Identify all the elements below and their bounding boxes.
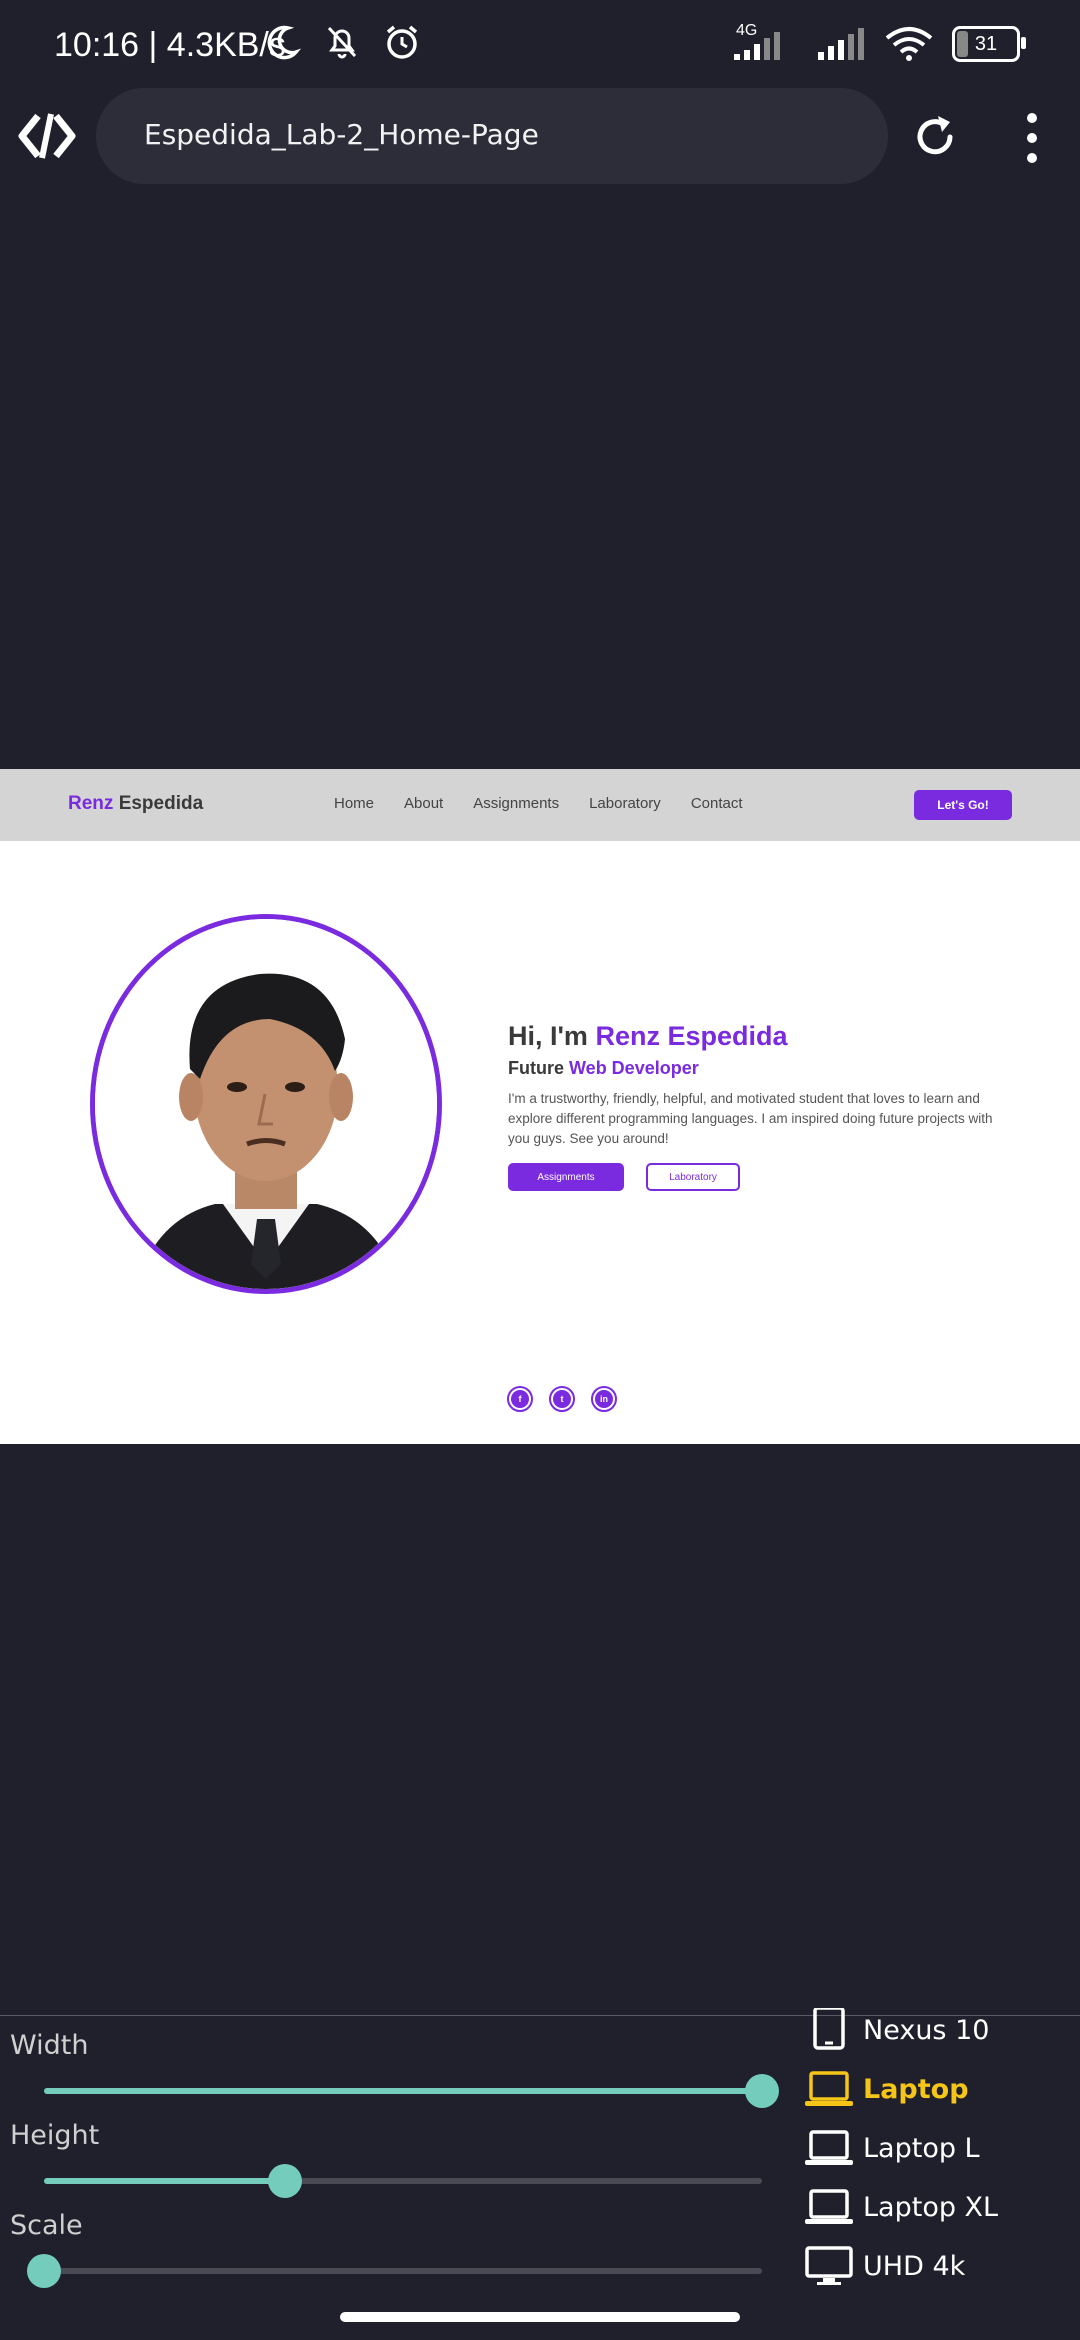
nav-home[interactable]: Home: [334, 795, 374, 812]
linkedin-glyph: in: [595, 1390, 613, 1408]
brand-first-name: Renz: [68, 793, 114, 814]
assignments-button[interactable]: Assignments: [508, 1163, 624, 1191]
hero-name: Renz Espedida: [595, 1021, 788, 1051]
site-navbar: Renz Espedida Home About Assignments Lab…: [0, 769, 1080, 841]
lets-go-button[interactable]: Let's Go!: [914, 790, 1012, 820]
linkedin-icon[interactable]: in: [591, 1386, 617, 1412]
signal-4g-icon: 4G: [728, 22, 798, 64]
device-laptop-xl[interactable]: Laptop XL: [805, 2182, 998, 2232]
logo-icon[interactable]: [18, 110, 76, 162]
twitter-icon[interactable]: t: [549, 1386, 575, 1412]
hero-role: Web Developer: [569, 1058, 699, 1078]
device-label: Laptop XL: [863, 2191, 999, 2223]
hero-heading: Hi, I'm Renz Espedida: [508, 1021, 1008, 1052]
height-slider[interactable]: [44, 2178, 762, 2184]
person-portrait: [95, 919, 437, 1289]
url-bar[interactable]: Espedida_Lab-2_Home-Page: [96, 88, 888, 184]
battery-icon: 31: [952, 26, 1026, 62]
laptop-icon: [805, 2189, 853, 2224]
hero-bio: I'm a trustworthy, friendly, helpful, an…: [508, 1091, 993, 1146]
device-nexus-10[interactable]: Nexus 10: [805, 2005, 989, 2055]
height-label: Height: [10, 2120, 100, 2151]
reload-icon[interactable]: [910, 112, 960, 162]
laptop-icon: [805, 2130, 853, 2165]
wifi-icon: [885, 27, 933, 61]
device-laptop[interactable]: Laptop: [805, 2064, 969, 2114]
nav-assignments[interactable]: Assignments: [473, 795, 559, 812]
social-links: f t in: [507, 1386, 617, 1412]
device-laptop-l[interactable]: Laptop L: [805, 2123, 980, 2173]
status-time: 10:16 | 4.3KB/s: [54, 26, 286, 64]
width-slider[interactable]: [44, 2088, 762, 2094]
monitor-icon: [805, 2246, 853, 2285]
hero-role-prefix: Future: [508, 1058, 564, 1078]
scale-label: Scale: [10, 2210, 83, 2241]
facebook-icon[interactable]: f: [507, 1386, 533, 1412]
height-slider-fill: [44, 2178, 285, 2184]
twitter-glyph: t: [553, 1390, 571, 1408]
gesture-bar[interactable]: [340, 2312, 740, 2322]
alarm-icon: [386, 25, 418, 59]
laboratory-button[interactable]: Laboratory: [646, 1163, 740, 1191]
site-brand[interactable]: Renz Espedida: [68, 793, 203, 815]
device-label: UHD 4k: [863, 2250, 966, 2282]
signal-icon: [818, 28, 864, 60]
hero-greeting: Hi, I'm: [508, 1021, 588, 1051]
battery-level: 31: [974, 32, 998, 55]
tablet-icon: [813, 2008, 845, 2050]
brand-last-name: Espedida: [118, 793, 204, 814]
hero-section: Hi, I'm Renz Espedida Future Web Develop…: [508, 1021, 1008, 1191]
laptop-icon: [805, 2071, 853, 2106]
website-preview: Renz Espedida Home About Assignments Lab…: [0, 769, 1080, 1444]
nav-laboratory[interactable]: Laboratory: [589, 795, 661, 812]
device-uhd-4k[interactable]: UHD 4k: [805, 2241, 965, 2291]
scale-slider[interactable]: [44, 2268, 762, 2274]
more-vert-icon[interactable]: [1020, 108, 1044, 168]
status-bar: 10:16 | 4.3KB/s 4G 31: [0, 0, 1080, 90]
device-label: Laptop L: [863, 2132, 980, 2164]
profile-photo: [90, 914, 442, 1294]
device-label: Nexus 10: [863, 2014, 990, 2046]
bell-off-icon: [327, 26, 357, 59]
nav-contact[interactable]: Contact: [691, 795, 743, 812]
hero-subheading: Future Web Developer: [508, 1058, 1008, 1079]
width-slider-fill: [44, 2088, 762, 2094]
device-label: Laptop: [863, 2073, 969, 2105]
moon-icon: [267, 25, 302, 60]
nav-about[interactable]: About: [404, 795, 443, 812]
height-slider-thumb[interactable]: [267, 2164, 302, 2198]
facebook-glyph: f: [511, 1390, 529, 1408]
width-label: Width: [10, 2030, 89, 2061]
scale-slider-thumb[interactable]: [27, 2254, 61, 2288]
browser-toolbar: Espedida_Lab-2_Home-Page: [0, 88, 1080, 188]
width-slider-thumb[interactable]: [745, 2074, 779, 2108]
page-title: Espedida_Lab-2_Home-Page: [144, 118, 539, 151]
